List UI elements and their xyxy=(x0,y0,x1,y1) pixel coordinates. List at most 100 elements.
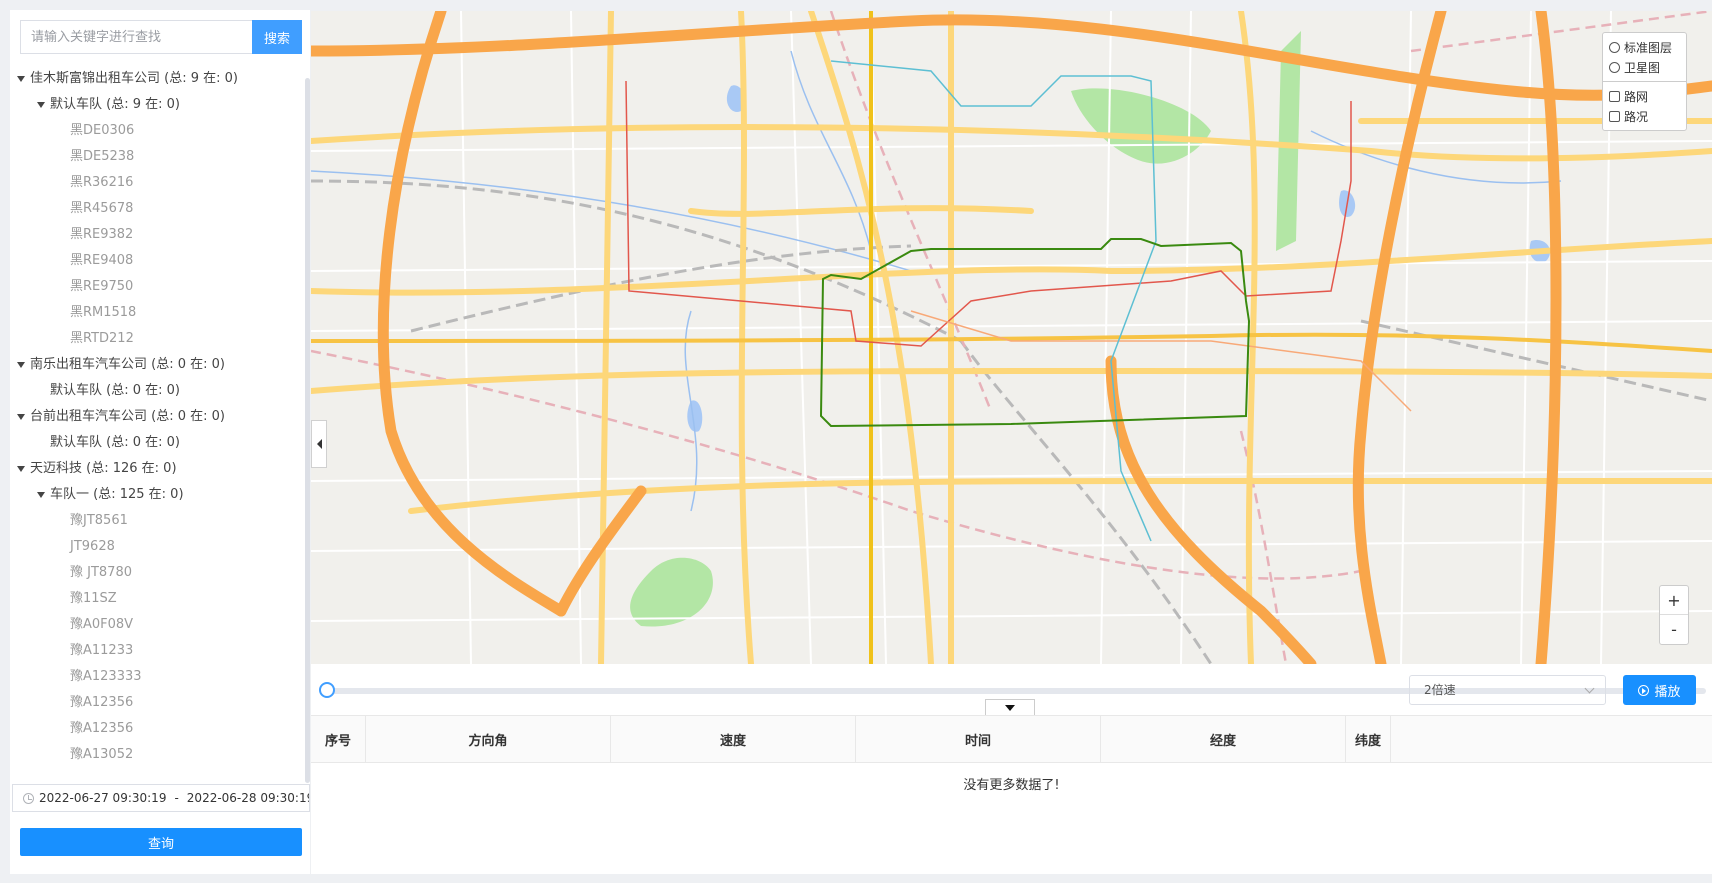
date-range-picker[interactable]: 2022-06-27 09:30:19 - 2022-06-28 09:30:1… xyxy=(12,784,310,812)
date-start[interactable]: 2022-06-27 09:30:19 xyxy=(39,791,166,805)
radio-icon[interactable] xyxy=(1609,41,1620,53)
empty-message: 没有更多数据了! xyxy=(963,778,1060,793)
divider xyxy=(1603,81,1686,82)
playback-slider-thumb[interactable] xyxy=(319,682,335,698)
collapse-left-panel-button[interactable] xyxy=(311,420,327,468)
tree-scrollbar[interactable] xyxy=(305,78,310,783)
vehicle-node[interactable]: 豫A11233 xyxy=(10,638,308,664)
layer-standard-label: 标准图层 xyxy=(1624,40,1673,55)
tree-node-label: 黑R36216 xyxy=(70,175,134,190)
vehicle-node[interactable]: 黑RE9382 xyxy=(10,222,308,248)
collapse-table-button[interactable] xyxy=(985,699,1035,715)
map-view[interactable] xyxy=(311,11,1712,664)
tree-node-label: 豫A13052 xyxy=(70,747,134,762)
tree-node-label: 豫A123333 xyxy=(70,669,142,684)
date-end[interactable]: 2022-06-28 09:30:19 xyxy=(187,791,309,805)
vehicle-node[interactable]: 豫JT8561 xyxy=(10,508,308,534)
layer-satellite-label: 卫星图 xyxy=(1624,60,1661,75)
layer-traffic[interactable]: 路况 xyxy=(1609,106,1680,126)
search-button[interactable]: 搜索 xyxy=(252,20,302,54)
layer-road-network[interactable]: 路网 xyxy=(1609,86,1680,106)
caret-down-icon[interactable] xyxy=(37,492,45,498)
tree-node-label: 黑DE0306 xyxy=(70,123,135,138)
vehicle-node[interactable]: 黑DE0306 xyxy=(10,118,308,144)
zoom-control: + - xyxy=(1659,585,1689,645)
date-separator: - xyxy=(174,791,179,805)
speed-select[interactable]: 2倍速 xyxy=(1409,675,1606,705)
tree-node-label: 豫11SZ xyxy=(70,591,117,606)
caret-down-icon[interactable] xyxy=(17,466,25,472)
vehicle-node[interactable]: 黑RE9408 xyxy=(10,248,308,274)
tree-node-label: 豫A12356 xyxy=(70,695,134,710)
play-button-label: 播放 xyxy=(1654,684,1681,700)
layer-standard[interactable]: 标准图层 xyxy=(1609,37,1680,57)
tree-node-label: 默认车队 (总: 9 在: 0) xyxy=(50,97,180,112)
company-node[interactable]: 天迈科技 (总: 126 在: 0) xyxy=(10,456,308,482)
layer-traffic-label: 路况 xyxy=(1624,109,1649,124)
vehicle-tree: 佳木斯富锦出租车公司 (总: 9 在: 0) 默认车队 (总: 9 在: 0) 黑D… xyxy=(10,66,308,778)
checkbox-icon[interactable] xyxy=(1609,110,1620,122)
zoom-in-button[interactable]: + xyxy=(1660,586,1688,615)
chevron-down-icon xyxy=(1584,683,1595,694)
vehicle-node[interactable]: 豫A13052 xyxy=(10,742,308,768)
vehicle-node[interactable]: 黑RE9750 xyxy=(10,274,308,300)
caret-down-icon[interactable] xyxy=(17,76,25,82)
tree-node-label: 黑RE9750 xyxy=(70,279,134,294)
vehicle-node[interactable]: 黑R45678 xyxy=(10,196,308,222)
zoom-out-button[interactable]: - xyxy=(1660,615,1688,644)
tree-node-label: 台前出租车汽车公司 (总: 0 在: 0) xyxy=(30,409,225,424)
layer-satellite[interactable]: 卫星图 xyxy=(1609,57,1680,77)
speed-value: 2倍速 xyxy=(1424,683,1456,697)
map-canvas[interactable] xyxy=(311,11,1712,664)
fleet-node[interactable]: 默认车队 (总: 0 在: 0) xyxy=(10,430,308,456)
vehicle-node[interactable]: 豫A12356 xyxy=(10,690,308,716)
vehicle-panel: 搜索 佳木斯富锦出租车公司 (总: 9 在: 0) 默认车队 (总: 9 在: 0… xyxy=(10,10,310,874)
tree-node-label: 天迈科技 (总: 126 在: 0) xyxy=(30,461,177,476)
fleet-node[interactable]: 车队一 (总: 125 在: 0) xyxy=(10,482,308,508)
col-longitude[interactable]: 经度 xyxy=(1101,716,1346,762)
col-latitude[interactable]: 纬度 xyxy=(1346,716,1391,762)
vehicle-node[interactable]: 豫 JT8780 xyxy=(10,560,308,586)
vehicle-node[interactable]: 豫A0F08V xyxy=(10,612,308,638)
search-input[interactable] xyxy=(20,20,252,54)
tree-node-label: 黑RM1518 xyxy=(70,305,137,320)
search-bar: 搜索 xyxy=(20,20,302,54)
tree-node-label: 豫A0F08V xyxy=(70,617,134,632)
tree-node-label: 黑RE9382 xyxy=(70,227,134,242)
caret-down-icon[interactable] xyxy=(17,362,25,368)
company-node[interactable]: 南乐出租车汽车公司 (总: 0 在: 0) xyxy=(10,352,308,378)
vehicle-node[interactable]: 黑R36216 xyxy=(10,170,308,196)
company-node[interactable]: 台前出租车汽车公司 (总: 0 在: 0) xyxy=(10,404,308,430)
caret-down-icon[interactable] xyxy=(37,102,45,108)
fleet-node[interactable]: 默认车队 (总: 0 在: 0) xyxy=(10,378,308,404)
vehicle-node[interactable]: 豫A123333 xyxy=(10,664,308,690)
tree-node-label: 黑RE9408 xyxy=(70,253,134,268)
vehicle-node[interactable]: 黑RM1518 xyxy=(10,300,308,326)
col-time[interactable]: 时间 xyxy=(856,716,1101,762)
vehicle-node[interactable]: 豫11SZ xyxy=(10,586,308,612)
play-button[interactable]: 播放 xyxy=(1623,675,1696,705)
vehicle-node[interactable]: 黑RTD212 xyxy=(10,326,308,352)
tree-node-label: 佳木斯富锦出租车公司 (总: 9 在: 0) xyxy=(30,71,238,86)
fleet-node[interactable]: 默认车队 (总: 9 在: 0) xyxy=(10,92,308,118)
col-index[interactable]: 序号 xyxy=(311,716,366,762)
company-node[interactable]: 佳木斯富锦出租车公司 (总: 9 在: 0) xyxy=(10,66,308,92)
layer-road-network-label: 路网 xyxy=(1624,89,1649,104)
vehicle-node[interactable]: 黑DE5238 xyxy=(10,144,308,170)
layer-switcher: 标准图层 卫星图 路网 路况 xyxy=(1602,32,1687,131)
query-button[interactable]: 查询 xyxy=(20,828,302,856)
vehicle-node[interactable]: JT9628 xyxy=(10,534,308,560)
checkbox-icon[interactable] xyxy=(1609,90,1620,102)
tree-node-label: 车队一 (总: 125 在: 0) xyxy=(50,487,184,502)
radio-icon[interactable] xyxy=(1609,61,1620,73)
tree-node-label: 黑R45678 xyxy=(70,201,134,216)
playback-panel: 2倍速 播放 序号 方向角 速度 时间 经度 纬度 没有更多数据了! xyxy=(311,664,1712,874)
tree-node-label: 黑RTD212 xyxy=(70,331,134,346)
tree-node-label: 默认车队 (总: 0 在: 0) xyxy=(50,383,180,398)
col-speed[interactable]: 速度 xyxy=(611,716,856,762)
caret-down-icon[interactable] xyxy=(17,414,25,420)
play-icon xyxy=(1638,684,1650,696)
vehicle-node[interactable]: 豫A12356 xyxy=(10,716,308,742)
tree-node-label: 豫A11233 xyxy=(70,643,134,658)
col-heading[interactable]: 方向角 xyxy=(366,716,611,762)
